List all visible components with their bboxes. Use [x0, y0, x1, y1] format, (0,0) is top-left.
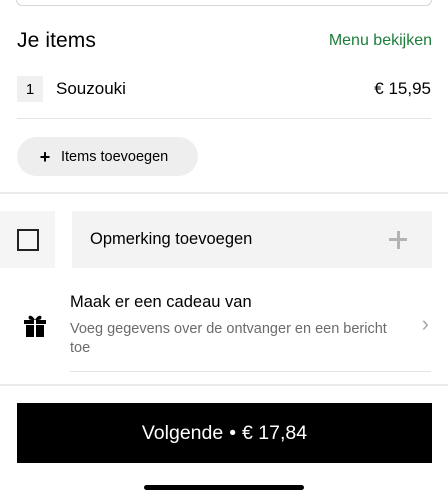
cart-item-row[interactable]: 1 Souzouki € 15,95 [17, 76, 431, 102]
add-items-button[interactable]: + Items toevoegen [17, 137, 198, 176]
next-button[interactable]: Volgende • € 17,84 [17, 403, 432, 463]
plus-icon[interactable] [386, 228, 410, 252]
view-menu-link[interactable]: Menu bekijken [329, 32, 432, 50]
next-button-label: Volgende [141, 421, 224, 444]
add-items-label: Items toevoegen [61, 148, 169, 165]
home-indicator [144, 485, 304, 490]
section-divider [0, 192, 448, 194]
divider [70, 371, 431, 372]
note-checkbox[interactable] [16, 228, 39, 251]
gift-option[interactable]: Maak er een cadeau van Voeg gegevens ove… [0, 289, 448, 361]
separator-dot: • [229, 421, 237, 444]
gift-icon [24, 315, 46, 337]
previous-section-frame [16, 0, 432, 6]
add-note-label: Opmerking toevoegen [90, 230, 253, 248]
divider [17, 118, 431, 119]
items-title: Je items [17, 29, 96, 52]
section-divider [0, 384, 448, 386]
item-name: Souzouki [56, 79, 126, 98]
item-quantity[interactable]: 1 [17, 76, 43, 102]
add-note-field[interactable]: Opmerking toevoegen [72, 211, 432, 268]
note-checkbox-area[interactable] [0, 211, 55, 268]
gift-subtitle: Voeg gegevens over de ontvanger en een b… [70, 321, 387, 356]
order-total: € 17,84 [242, 421, 308, 444]
plus-icon: + [39, 146, 51, 167]
item-price: € 15,95 [374, 79, 431, 98]
items-header: Je items Menu bekijken [17, 28, 432, 54]
chevron-right-icon: › [421, 311, 429, 336]
gift-title: Maak er een cadeau van [70, 293, 252, 311]
